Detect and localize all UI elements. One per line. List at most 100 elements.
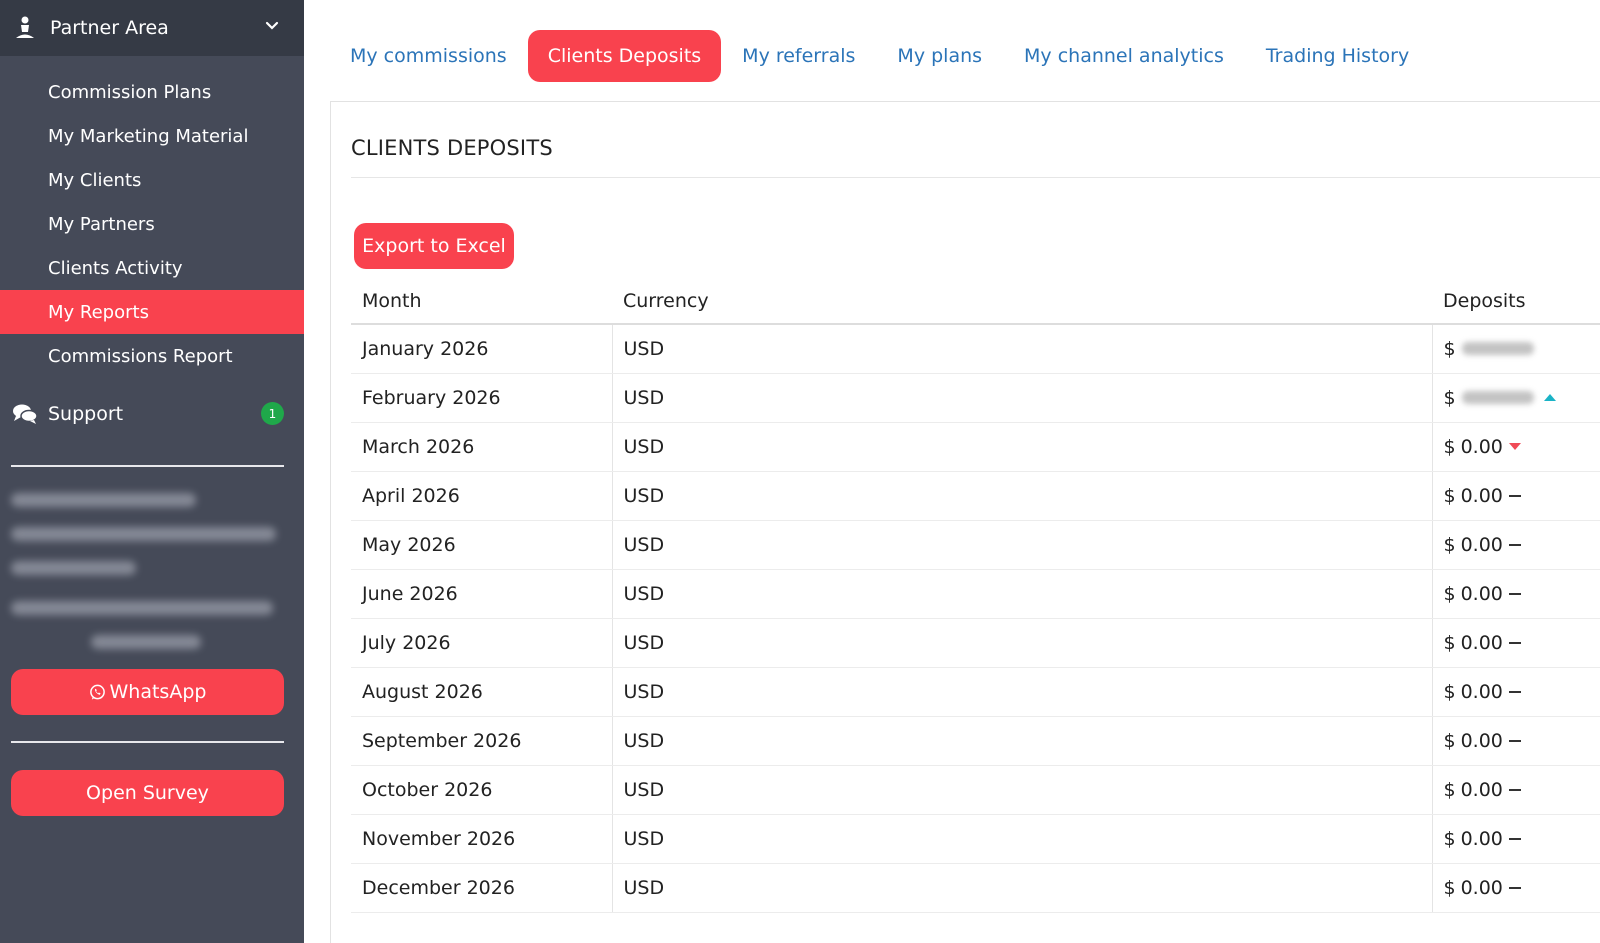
cell-deposits: $: [1432, 373, 1600, 423]
sidebar-item-commissions-report[interactable]: Commissions Report: [0, 334, 304, 378]
currency-symbol: $: [1443, 778, 1456, 801]
trend-down-icon: [1508, 443, 1521, 450]
sidebar-item-label: My Clients: [48, 169, 142, 191]
table-row: May 2026 USD $0.00: [351, 520, 1600, 570]
sidebar-item-label: Commission Plans: [48, 81, 212, 103]
cell-deposits: $0.00: [1432, 569, 1600, 619]
tab-label: My plans: [897, 45, 983, 67]
tab-label: My commissions: [350, 45, 507, 67]
cell-month: January 2026: [351, 324, 613, 374]
cell-month: June 2026: [351, 569, 613, 619]
deposit-amount: 0.00: [1460, 729, 1503, 752]
cell-currency: USD: [612, 667, 1433, 717]
deposit-amount: 0.00: [1460, 435, 1503, 458]
support-label: Support: [48, 403, 124, 425]
cell-month: October 2026: [351, 765, 613, 815]
currency-symbol: $: [1443, 582, 1456, 605]
currency-symbol: $: [1443, 386, 1456, 409]
sidebar-item-my-clients[interactable]: My Clients: [0, 158, 304, 202]
whatsapp-button[interactable]: WhatsApp: [11, 669, 284, 715]
sidebar-item-label: My Partners: [48, 213, 155, 235]
cell-currency: USD: [612, 716, 1433, 766]
column-header-deposits[interactable]: Deposits: [1432, 278, 1600, 325]
sidebar-item-commission-plans[interactable]: Commission Plans: [0, 70, 304, 114]
sidebar-header[interactable]: Partner Area: [0, 0, 304, 56]
trend-flat-icon: [1508, 788, 1521, 791]
cell-currency: USD: [612, 422, 1433, 472]
tab-my-plans[interactable]: My plans: [876, 30, 1003, 82]
sidebar-item-support[interactable]: Support 1: [0, 392, 304, 436]
cell-currency: USD: [612, 471, 1433, 521]
cell-month: March 2026: [351, 422, 613, 472]
sidebar-menu: Commission Plans My Marketing Material M…: [0, 70, 304, 378]
table-row: June 2026 USD $0.00: [351, 569, 1600, 619]
main-content: My commissions Clients Deposits My refer…: [304, 0, 1600, 943]
tab-my-channel-analytics[interactable]: My channel analytics: [1003, 30, 1245, 82]
tab-my-referrals[interactable]: My referrals: [721, 30, 876, 82]
table-row: February 2026 USD $: [351, 373, 1600, 423]
chevron-down-icon[interactable]: [264, 18, 280, 34]
trend-flat-icon: [1508, 690, 1521, 693]
export-to-excel-button[interactable]: Export to Excel: [354, 223, 514, 269]
cell-deposits: $0.00: [1432, 618, 1600, 668]
open-survey-label: Open Survey: [86, 782, 209, 804]
sidebar-header-title: Partner Area: [50, 17, 169, 39]
trend-flat-icon: [1508, 641, 1521, 644]
cell-currency: USD: [612, 863, 1433, 913]
trend-flat-icon: [1508, 592, 1521, 595]
deposits-table: Month Currency Deposits January 2026 USD $…: [351, 278, 1600, 913]
deposit-value: $0.00: [1444, 730, 1521, 752]
cell-month: May 2026: [351, 520, 613, 570]
currency-symbol: $: [1443, 876, 1456, 899]
blurred-text: [11, 527, 276, 541]
column-header-month[interactable]: Month: [351, 278, 612, 325]
deposit-amount: 0.00: [1460, 680, 1503, 703]
deposit-amount: 0.00: [1460, 631, 1503, 654]
sidebar: Partner Area Commission Plans My Marketi…: [0, 0, 304, 943]
deposit-value: $0.00: [1444, 779, 1521, 801]
currency-symbol: $: [1443, 729, 1456, 752]
sidebar-item-label: Commissions Report: [48, 345, 233, 367]
trend-flat-icon: [1508, 494, 1521, 497]
table-row: August 2026 USD $0.00: [351, 667, 1600, 717]
tab-my-commissions[interactable]: My commissions: [330, 30, 528, 82]
sidebar-item-clients-activity[interactable]: Clients Activity: [0, 246, 304, 290]
deposit-value: $: [1444, 338, 1534, 360]
whatsapp-icon: [89, 684, 105, 700]
table-row: March 2026 USD $0.00: [351, 422, 1600, 472]
sidebar-item-marketing-material[interactable]: My Marketing Material: [0, 114, 304, 158]
sidebar-item-label: Clients Activity: [48, 257, 183, 279]
cell-month: August 2026: [351, 667, 613, 717]
deposit-amount: 0.00: [1460, 582, 1503, 605]
column-header-currency[interactable]: Currency: [612, 278, 1432, 325]
sidebar-item-label: My Marketing Material: [48, 125, 249, 147]
sidebar-item-my-partners[interactable]: My Partners: [0, 202, 304, 246]
tab-trading-history[interactable]: Trading History: [1245, 30, 1430, 82]
title-divider: [351, 177, 1600, 178]
cell-currency: USD: [612, 373, 1433, 423]
tab-label: Trading History: [1265, 45, 1410, 67]
sidebar-item-my-reports[interactable]: My Reports: [0, 290, 304, 334]
deposit-amount: 0.00: [1460, 778, 1503, 801]
blurred-amount: [1461, 342, 1534, 356]
cell-month: February 2026: [351, 373, 613, 423]
whatsapp-label: WhatsApp: [109, 681, 207, 703]
trend-up-icon: [1543, 394, 1556, 401]
sidebar-divider: [11, 741, 284, 743]
deposit-value: $0.00: [1444, 436, 1521, 458]
cell-currency: USD: [612, 765, 1433, 815]
blurred-text: [11, 561, 136, 575]
table-row: December 2026 USD $0.00: [351, 863, 1600, 913]
deposit-value: $: [1444, 387, 1556, 409]
cell-deposits: $0.00: [1432, 814, 1600, 864]
open-survey-button[interactable]: Open Survey: [11, 770, 284, 816]
table-row: November 2026 USD $0.00: [351, 814, 1600, 864]
cell-month: April 2026: [351, 471, 613, 521]
tab-bar: My commissions Clients Deposits My refer…: [330, 30, 1430, 82]
tab-clients-deposits[interactable]: Clients Deposits: [527, 30, 722, 82]
table-row: April 2026 USD $0.00: [351, 471, 1600, 521]
sidebar-item-label: My Reports: [48, 301, 149, 323]
table-row: January 2026 USD $: [351, 324, 1600, 374]
table-row: September 2026 USD $0.00: [351, 716, 1600, 766]
deposit-value: $0.00: [1444, 632, 1521, 654]
